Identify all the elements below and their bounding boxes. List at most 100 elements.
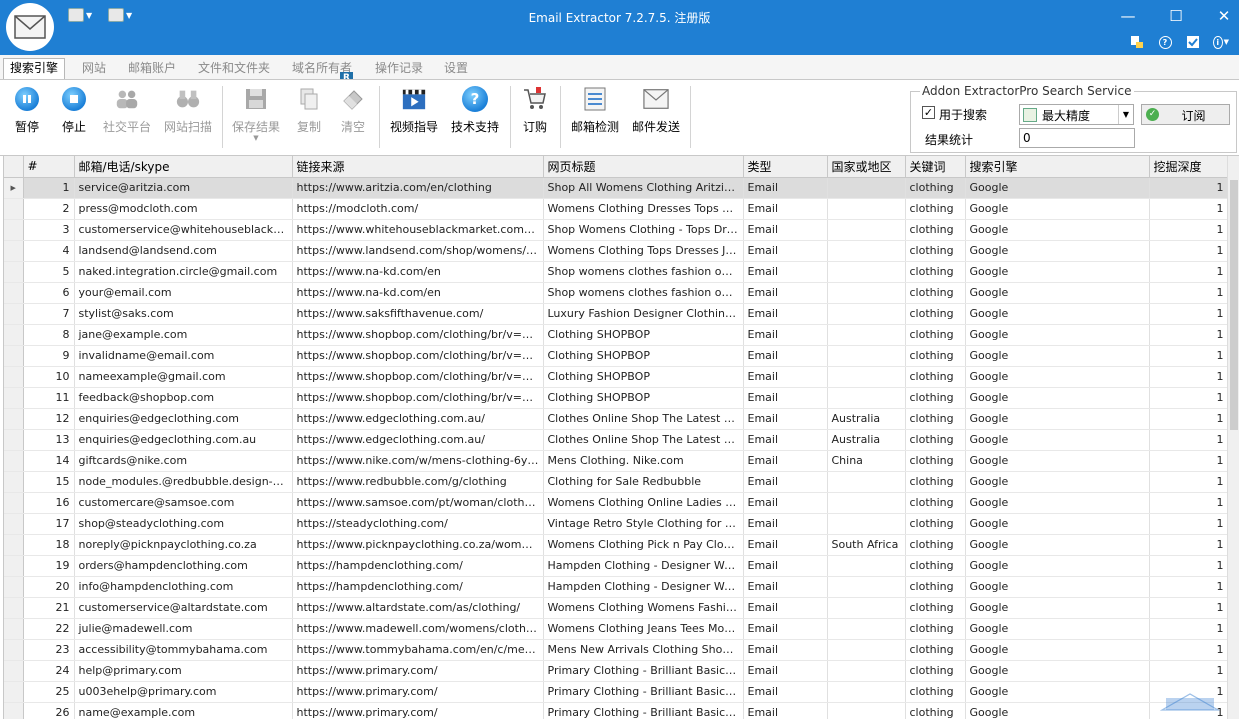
cell-depth[interactable]: 1 [1149,429,1227,451]
cell-country[interactable] [827,492,906,514]
cell-index[interactable]: 13 [23,429,75,451]
cell-index[interactable]: 18 [23,534,75,556]
close-button[interactable]: ✕ [1209,4,1239,28]
table-row[interactable]: 18 noreply@picknpayclothing.co.za https://… [4,534,1227,556]
cell-depth[interactable]: 1 [1149,324,1227,346]
row-indicator[interactable] [4,324,24,346]
subscribe-button[interactable]: ✓ 订阅 [1141,104,1230,125]
cell-depth[interactable]: 1 [1149,534,1227,556]
row-indicator[interactable]: ▶ [4,177,24,199]
cell-type[interactable]: Email [743,261,828,283]
cell-country[interactable] [827,471,906,493]
cell-keyword[interactable]: clothing [905,639,966,661]
cell-keyword[interactable]: clothing [905,303,966,325]
cell-keyword[interactable]: clothing [905,660,966,682]
table-row[interactable]: ▶ 1 service@aritzia.com https://www.aritzia… [4,177,1227,199]
cell-country[interactable] [827,576,906,598]
cell-depth[interactable]: 1 [1149,492,1227,514]
row-indicator[interactable] [4,534,24,556]
cell-page-title[interactable]: Shop Womens Clothing - Tops Dresse... [543,219,744,241]
cell-email[interactable]: your@email.com [74,282,293,304]
cell-page-title[interactable]: Clothes Online Shop The Latest Fash... [543,408,744,430]
cell-keyword[interactable]: clothing [905,282,966,304]
cell-depth[interactable]: 1 [1149,261,1227,283]
cell-search-engine[interactable]: Google [965,387,1150,409]
cell-search-engine[interactable]: Google [965,177,1150,199]
cell-depth[interactable]: 1 [1149,576,1227,598]
column-header-email[interactable]: 邮箱/电话/skype [74,156,293,178]
cell-type[interactable]: Email [743,366,828,388]
cell-page-title[interactable]: Primary Clothing - Brilliant Basics for … [543,660,744,682]
cell-search-engine[interactable]: Google [965,471,1150,493]
minimize-button[interactable]: — [1113,4,1143,28]
cell-depth[interactable]: 1 [1149,198,1227,220]
column-header-index[interactable]: # [23,156,75,178]
cell-country[interactable] [827,282,906,304]
cell-source-link[interactable]: https://steadyclothing.com/ [292,513,544,535]
cell-index[interactable]: 2 [23,198,75,220]
save-results-button[interactable]: 保存结果 ▼ [231,86,281,142]
cell-country[interactable] [827,555,906,577]
video-guide-button[interactable]: 视频指导 [388,86,440,135]
cell-page-title[interactable]: Luxury Fashion Designer Clothing Sh... [543,303,744,325]
cell-email[interactable]: giftcards@nike.com [74,450,293,472]
cell-type[interactable]: Email [743,408,828,430]
cell-search-engine[interactable]: Google [965,429,1150,451]
cell-search-engine[interactable]: Google [965,513,1150,535]
cell-type[interactable]: Email [743,492,828,514]
row-indicator[interactable] [4,303,24,325]
table-row[interactable]: 6 your@email.com https://www.na-kd.com/en S… [4,282,1227,304]
cell-type[interactable]: Email [743,576,828,598]
cell-depth[interactable]: 1 [1149,408,1227,430]
cell-keyword[interactable]: clothing [905,471,966,493]
cell-index[interactable]: 8 [23,324,75,346]
cell-country[interactable]: Australia [827,408,906,430]
cell-search-engine[interactable]: Google [965,282,1150,304]
cell-depth[interactable]: 1 [1149,660,1227,682]
row-indicator[interactable] [4,471,24,493]
cell-keyword[interactable]: clothing [905,345,966,367]
cell-depth[interactable]: 1 [1149,555,1227,577]
email-check-button[interactable]: 邮箱检测 [569,86,621,135]
cell-source-link[interactable]: https://www.landsend.com/shop/womens/S-x… [292,240,544,262]
cell-search-engine[interactable]: Google [965,261,1150,283]
cell-source-link[interactable]: https://www.samsoe.com/pt/woman/clothing… [292,492,544,514]
table-row[interactable]: 13 enquiries@edgeclothing.com.au https://w… [4,429,1227,451]
cell-search-engine[interactable]: Google [965,702,1150,719]
stop-button[interactable]: 停止 [59,86,89,135]
cell-page-title[interactable]: Primary Clothing - Brilliant Basics for … [543,702,744,719]
cell-keyword[interactable]: clothing [905,408,966,430]
cell-page-title[interactable]: Shop All Womens Clothing Aritzia CA [543,177,744,199]
cell-search-engine[interactable]: Google [965,240,1150,262]
cell-page-title[interactable]: Clothing SHOPBOP [543,324,744,346]
cell-depth[interactable]: 1 [1149,387,1227,409]
cell-index[interactable]: 9 [23,345,75,367]
chevron-down-icon[interactable]: ▼ [1118,105,1133,124]
cell-email[interactable]: stylist@saks.com [74,303,293,325]
table-row[interactable]: 9 invalidname@email.com https://www.shopbo… [4,345,1227,367]
cell-index[interactable]: 26 [23,702,75,719]
cell-search-engine[interactable]: Google [965,345,1150,367]
cell-source-link[interactable]: https://www.primary.com/ [292,681,544,703]
row-indicator[interactable] [4,429,24,451]
table-row[interactable]: 11 feedback@shopbop.com https://www.shopbo… [4,387,1227,409]
row-indicator[interactable] [4,282,24,304]
cell-search-engine[interactable]: Google [965,681,1150,703]
cell-email[interactable]: julie@madewell.com [74,618,293,640]
cell-email[interactable]: orders@hampdenclothing.com [74,555,293,577]
column-header-country[interactable]: 国家或地区 [827,156,906,178]
cell-keyword[interactable]: clothing [905,597,966,619]
cell-email[interactable]: u003ehelp@primary.com [74,681,293,703]
cell-search-engine[interactable]: Google [965,618,1150,640]
cell-type[interactable]: Email [743,240,828,262]
cell-country[interactable] [827,366,906,388]
cell-source-link[interactable]: https://hampdenclothing.com/ [292,555,544,577]
cell-keyword[interactable]: clothing [905,324,966,346]
cell-page-title[interactable]: Clothes Online Shop The Latest Fash... [543,429,744,451]
column-header-type[interactable]: 类型 [743,156,828,178]
table-row[interactable]: 17 shop@steadyclothing.com https://steadyc… [4,513,1227,535]
table-row[interactable]: 25 u003ehelp@primary.com https://www.prima… [4,681,1227,703]
cell-type[interactable]: Email [743,198,828,220]
cell-search-engine[interactable]: Google [965,534,1150,556]
cell-type[interactable]: Email [743,219,828,241]
